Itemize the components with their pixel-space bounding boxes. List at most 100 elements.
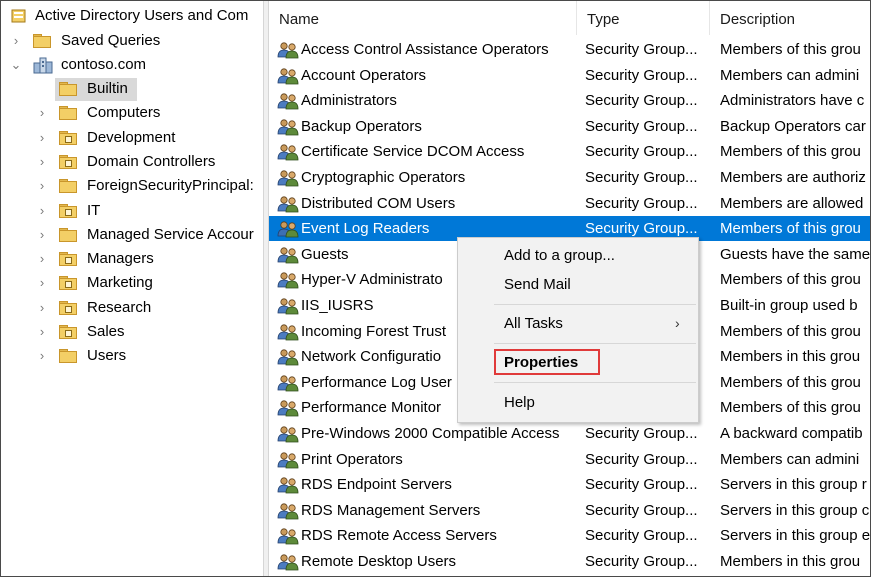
column-header-type[interactable]: Type — [577, 1, 710, 35]
ou-folder-icon — [59, 203, 77, 218]
tree-item[interactable]: › ForeignSecurityPrincipal: — [1, 174, 263, 198]
tree-item[interactable]: › Sales — [1, 320, 263, 344]
column-header-description[interactable]: Description — [710, 1, 870, 35]
folder-icon — [59, 227, 77, 242]
cell-type: Security Group... — [585, 92, 698, 110]
security-group-icon — [277, 271, 299, 289]
cell-type: Security Group... — [585, 194, 698, 212]
cell-name: Backup Operators — [301, 117, 422, 135]
cell-name: RDS Management Servers — [301, 501, 481, 519]
cell-type: Security Group... — [585, 527, 698, 545]
table-row[interactable]: RDS Endpoint Servers Security Group... Ser… — [269, 472, 870, 497]
column-header: Name Type Description — [269, 1, 870, 35]
table-row[interactable]: Certificate Service DCOM Access Security … — [269, 139, 870, 164]
tree-item[interactable]: › Computers — [1, 101, 263, 125]
tree-item[interactable]: › Development — [1, 126, 263, 150]
tree-item[interactable]: › Managed Service Accour — [1, 223, 263, 247]
tree-root-label: Active Directory Users and Com — [35, 7, 249, 24]
table-row[interactable]: RDS Management Servers Security Group... S… — [269, 498, 870, 523]
cell-description: Members can admini — [720, 66, 860, 84]
tree-item[interactable]: Builtin — [1, 77, 263, 101]
cell-description: Members of this grou — [720, 143, 861, 161]
cell-type: Security Group... — [585, 553, 698, 570]
submenu-arrow-icon: › — [675, 315, 680, 331]
menu-separator — [494, 382, 696, 383]
cell-description: Members are allowed — [720, 194, 864, 212]
tree-item-label: Managers — [87, 250, 154, 268]
ou-folder-icon — [59, 251, 77, 267]
table-row[interactable]: RDS Remote Access Servers Security Group.… — [269, 523, 870, 548]
menu-item-add-to-group[interactable]: Add to a group... — [504, 244, 615, 268]
menu-item-properties[interactable]: Properties — [504, 351, 578, 375]
cell-description: Servers in this group r — [720, 476, 867, 494]
cell-name: Print Operators — [301, 450, 403, 468]
chevron-right-icon[interactable]: › — [35, 247, 49, 271]
table-row[interactable]: Remote Desktop Users Security Group... Mem… — [269, 549, 870, 574]
chevron-right-icon[interactable]: › — [35, 320, 49, 344]
chevron-right-icon[interactable]: › — [9, 29, 23, 53]
table-row[interactable]: Print Operators Security Group... Members … — [269, 447, 870, 472]
security-group-icon — [277, 451, 299, 469]
tree-item[interactable]: › Managers — [1, 247, 263, 271]
table-row[interactable]: Administrators Security Group... Administr… — [269, 88, 870, 113]
chevron-right-icon[interactable]: › — [35, 174, 49, 198]
menu-item-all-tasks[interactable]: All Tasks — [504, 312, 563, 336]
column-header-name[interactable]: Name — [269, 1, 577, 35]
chevron-right-icon[interactable]: › — [35, 344, 49, 368]
chevron-right-icon[interactable]: › — [35, 223, 49, 247]
table-row[interactable]: Distributed COM Users Security Group... Me… — [269, 191, 870, 216]
tree-item[interactable]: › Marketing — [1, 271, 263, 295]
folder-icon — [33, 33, 51, 48]
console-tree: Active Directory Users and Com › Saved Q… — [1, 1, 263, 576]
chevron-right-icon[interactable]: › — [35, 199, 49, 223]
tree-item-label: Users — [87, 347, 127, 365]
tree-item-label: Development — [87, 128, 176, 146]
cell-description: Members are authoriz — [720, 169, 866, 186]
ou-folder-icon — [59, 300, 77, 315]
tree-item[interactable]: › IT — [1, 199, 263, 223]
ou-folder-icon — [59, 324, 77, 339]
cell-description: Administrators have c — [720, 92, 865, 110]
table-row[interactable]: Account Operators Security Group... Member… — [269, 63, 870, 88]
cell-description: Members of this grou — [720, 220, 861, 238]
tree-item-label: Computers — [87, 104, 161, 122]
table-row[interactable]: Pre-Windows 2000 Compatible Access Securi… — [269, 421, 870, 446]
cell-description: Built-in group used b — [720, 297, 858, 314]
chevron-right-icon[interactable]: › — [35, 296, 49, 320]
security-group-icon — [277, 195, 299, 213]
mmc-window: Active Directory Users and Com › Saved Q… — [0, 0, 871, 577]
cell-type: Security Group... — [585, 66, 698, 84]
chevron-right-icon[interactable]: › — [35, 150, 49, 174]
cell-type: Security Group... — [585, 425, 698, 442]
chevron-right-icon[interactable]: › — [35, 101, 49, 125]
tree-root[interactable]: Active Directory Users and Com — [1, 4, 263, 28]
chevron-right-icon[interactable]: › — [35, 271, 49, 295]
chevron-right-icon[interactable]: › — [35, 126, 49, 150]
security-group-icon — [277, 92, 299, 110]
tree-item-label: Domain Controllers — [87, 152, 216, 170]
tree-item[interactable]: › Users — [1, 344, 263, 368]
tree-item-label: Sales — [87, 323, 125, 340]
menu-separator — [494, 304, 696, 305]
table-row[interactable]: Access Control Assistance Operators Secur… — [269, 37, 870, 62]
security-group-icon — [277, 118, 299, 136]
security-group-icon — [277, 67, 299, 85]
security-group-icon — [277, 399, 299, 417]
cell-type: Security Group... — [585, 501, 698, 519]
domain-icon — [33, 56, 53, 74]
tree-item-domain[interactable]: ⌄ contoso.com — [1, 53, 263, 77]
menu-item-send-mail[interactable]: Send Mail — [504, 273, 571, 297]
cell-name: Cryptographic Operators — [301, 169, 466, 186]
tree-item[interactable]: › Domain Controllers — [1, 150, 263, 174]
table-row[interactable]: Cryptographic Operators Security Group...… — [269, 165, 870, 190]
folder-icon — [59, 81, 77, 96]
chevron-down-icon[interactable]: ⌄ — [9, 53, 23, 77]
cell-type: Security Group... — [585, 450, 698, 468]
tree-item-saved-queries[interactable]: › Saved Queries — [1, 29, 263, 53]
cell-name: Distributed COM Users — [301, 194, 456, 212]
table-row[interactable]: Backup Operators Security Group... Backup … — [269, 114, 870, 139]
cell-description: Members of this grou — [720, 41, 861, 58]
menu-item-help[interactable]: Help — [504, 391, 535, 415]
tree-item[interactable]: › Research — [1, 296, 263, 320]
security-group-icon — [277, 374, 299, 392]
